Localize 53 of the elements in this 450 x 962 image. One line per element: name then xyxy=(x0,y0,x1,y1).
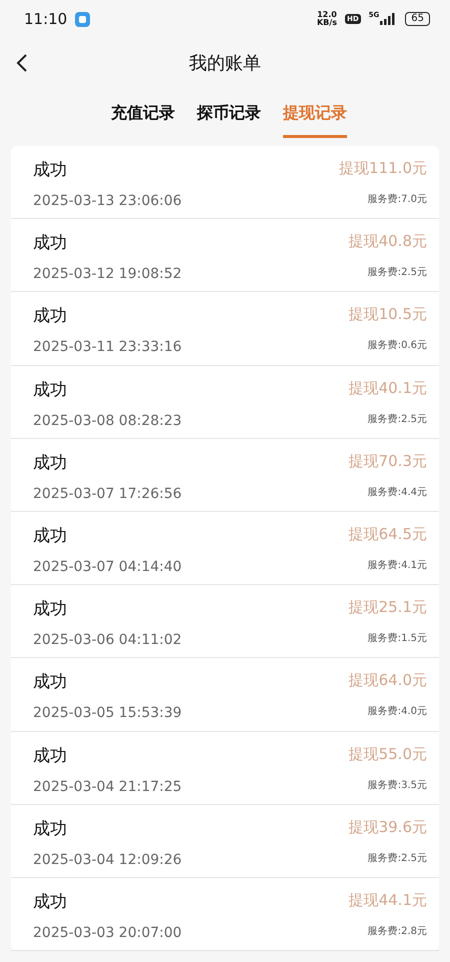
record-status: 成功 xyxy=(33,598,68,620)
withdraw-amount: 提现64.5元 xyxy=(348,524,427,544)
record-status: 成功 xyxy=(33,232,68,254)
withdraw-amount: 提现44.1元 xyxy=(348,890,427,910)
back-icon[interactable] xyxy=(16,53,28,73)
tab[interactable]: 充值记录 xyxy=(111,102,175,138)
service-fee: 服务费:4.4元 xyxy=(368,486,427,499)
record-time: 2025-03-06 04:11:02 xyxy=(33,632,182,648)
battery-indicator: 65 xyxy=(405,12,430,26)
withdraw-amount: 提现10.5元 xyxy=(348,305,427,324)
app-icon xyxy=(75,12,90,26)
service-fee: 服务费:2.8元 xyxy=(368,924,427,938)
record-time: 2025-03-08 08:28:23 xyxy=(33,412,182,429)
withdraw-amount: 提现64.0元 xyxy=(348,671,427,690)
withdraw-amount: 提现25.1元 xyxy=(348,598,427,618)
record-time: 2025-03-07 04:14:40 xyxy=(33,558,182,575)
record-status: 成功 xyxy=(33,671,68,694)
record-time: 2025-03-03 20:07:00 xyxy=(33,924,182,941)
record-status: 成功 xyxy=(33,305,68,328)
record-time: 2025-03-04 21:17:25 xyxy=(33,778,182,794)
record-time: 2025-03-05 15:53:39 xyxy=(33,705,182,722)
record-status: 成功 xyxy=(33,378,68,401)
withdraw-amount: 提现55.0元 xyxy=(348,744,427,764)
service-fee: 服务费:3.5元 xyxy=(368,778,427,792)
record-time: 2025-03-11 23:33:16 xyxy=(33,339,182,356)
service-fee: 服务费:4.0元 xyxy=(368,704,427,718)
withdraw-amount: 提现40.8元 xyxy=(348,232,427,252)
service-fee: 服务费:2.5元 xyxy=(368,852,427,865)
service-fee: 服务费:2.5元 xyxy=(368,412,427,426)
record-status: 成功 xyxy=(33,890,68,913)
record-status: 成功 xyxy=(33,744,68,766)
record-time: 2025-03-13 23:06:06 xyxy=(33,193,182,209)
service-fee: 服务费:1.5元 xyxy=(368,632,427,646)
withdraw-amount: 提现39.6元 xyxy=(348,818,427,837)
service-fee: 服务费:2.5元 xyxy=(368,266,427,280)
signal-icon xyxy=(379,13,398,25)
withdraw-amount: 提现70.3元 xyxy=(348,452,427,471)
service-fee: 服务费:7.0元 xyxy=(368,192,427,206)
tab[interactable]: 探币记录 xyxy=(197,102,261,138)
record-status: 成功 xyxy=(33,452,68,474)
page-title: 我的账单 xyxy=(189,52,261,75)
record-status: 成功 xyxy=(33,524,68,547)
record-time: 2025-03-04 12:09:26 xyxy=(33,852,182,868)
record-status: 成功 xyxy=(33,159,68,181)
record-time: 2025-03-07 17:26:56 xyxy=(33,486,182,502)
status-time: 11:10 xyxy=(24,10,68,28)
service-fee: 服务费:0.6元 xyxy=(368,338,427,352)
record-status: 成功 xyxy=(33,818,68,840)
withdraw-amount: 提现40.1元 xyxy=(348,378,427,398)
service-fee: 服务费:4.1元 xyxy=(368,558,427,572)
network-speed: 12.0 KB/s xyxy=(316,11,337,27)
record-time: 2025-03-12 19:08:52 xyxy=(33,266,182,282)
withdraw-amount: 提现111.0元 xyxy=(339,159,427,178)
